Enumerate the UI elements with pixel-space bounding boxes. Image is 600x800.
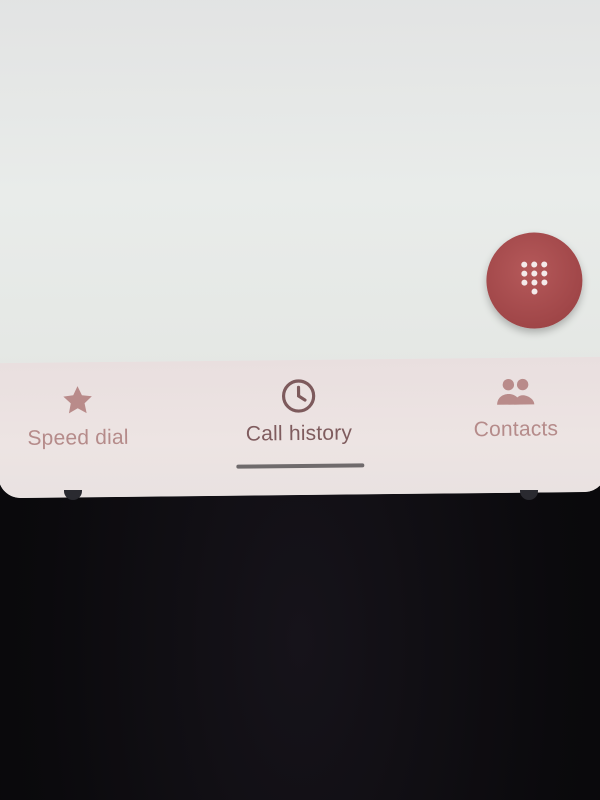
- bezel-dot-left: [64, 490, 82, 500]
- tab-speed-dial[interactable]: Speed dial: [0, 365, 178, 477]
- tab-call-history[interactable]: Call history: [198, 361, 399, 473]
- people-icon: [495, 372, 535, 412]
- star-icon: [57, 380, 97, 420]
- bezel-dot-right: [520, 490, 538, 500]
- phone-device: Speed dial Call history Contacts: [0, 0, 600, 800]
- tab-call-history-label: Call history: [245, 421, 353, 446]
- clock-icon: [278, 376, 318, 416]
- phone-screen: Speed dial Call history Contacts: [0, 0, 600, 499]
- dialpad-button[interactable]: [485, 232, 583, 330]
- tab-contacts[interactable]: Contacts: [415, 357, 600, 469]
- bottom-navigation: Speed dial Call history Contacts: [0, 356, 600, 499]
- tab-speed-dial-label: Speed dial: [27, 425, 129, 450]
- tab-contacts-label: Contacts: [473, 417, 559, 442]
- dialpad-icon: [519, 261, 549, 299]
